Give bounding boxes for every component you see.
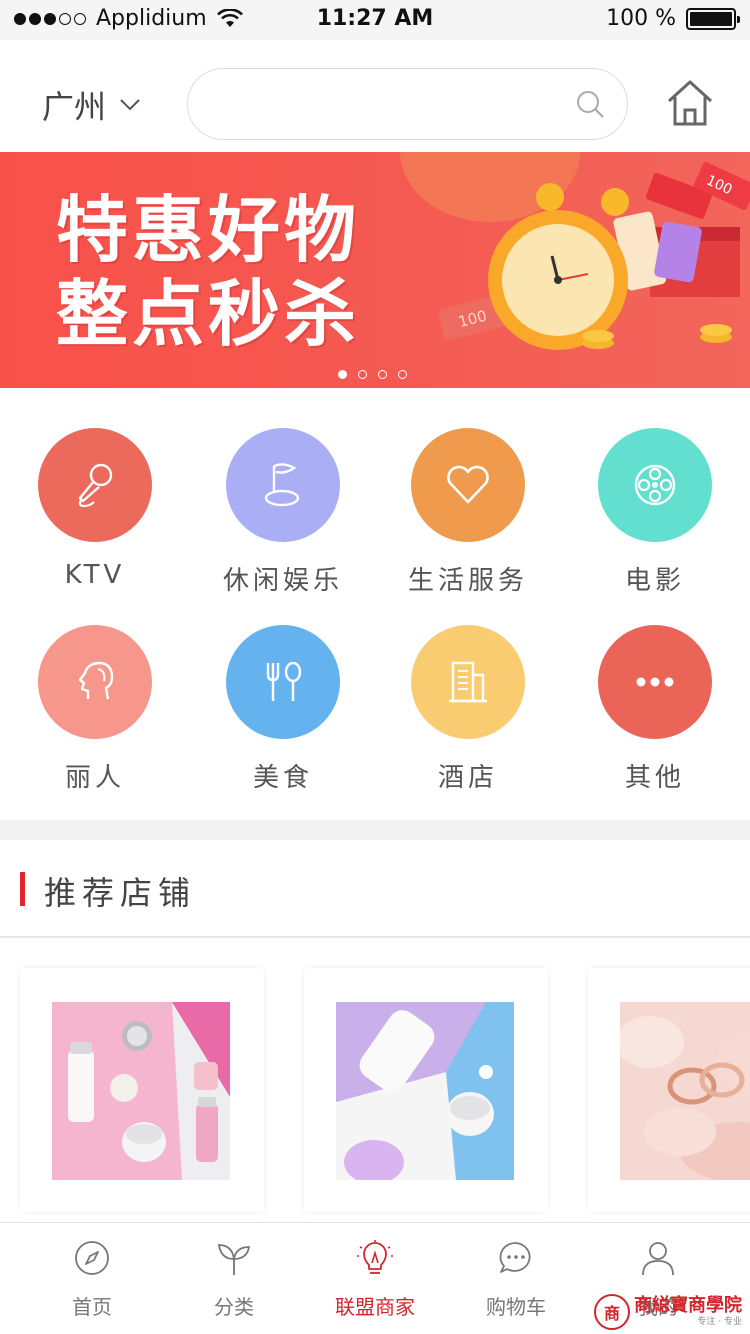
city-selector[interactable]: 广州 xyxy=(42,82,140,128)
category-other[interactable]: 其他 xyxy=(570,625,740,794)
fork-spoon-icon xyxy=(266,661,302,701)
category-label: 美食 xyxy=(252,763,313,793)
chevron-down-icon xyxy=(120,99,140,111)
category-ktv[interactable]: KTV xyxy=(10,428,180,590)
battery-percent: 100 % xyxy=(606,6,676,31)
category-beauty[interactable]: 丽人 xyxy=(10,625,180,794)
shop-card[interactable] xyxy=(20,968,264,1212)
status-bar: Applidium 11:27 AM 100 % xyxy=(0,0,750,40)
banner-title-line1: 特惠好物 xyxy=(56,188,361,272)
sprout-icon xyxy=(217,1244,251,1275)
category-label: KTV xyxy=(64,560,126,590)
alarm-clock-gift-illustration: 100 100 xyxy=(437,162,750,350)
search-input[interactable] xyxy=(214,69,584,137)
tab-home[interactable]: 首页 xyxy=(17,1239,167,1320)
status-right: 100 % xyxy=(606,6,740,31)
category-icon-bg xyxy=(226,428,340,542)
city-name: 广州 xyxy=(42,88,107,126)
category-icon-bg xyxy=(598,428,712,542)
category-label: 其他 xyxy=(624,763,685,793)
compass-icon xyxy=(75,1241,109,1275)
tab-label: 首页 xyxy=(72,1295,112,1319)
category-icon-bg xyxy=(38,625,152,739)
tab-label: 购物车 xyxy=(486,1295,546,1319)
banner-title-line2: 整点秒杀 xyxy=(56,272,361,356)
chat-bubble-icon xyxy=(499,1242,531,1273)
shop-image-cosmetics-pink xyxy=(52,1002,230,1180)
recommend-section-header: 推荐店铺 xyxy=(0,840,750,938)
category-icon-bg xyxy=(411,625,525,739)
section-accent-bar xyxy=(20,872,25,906)
watermark-emblem-icon: 商 xyxy=(594,1294,630,1330)
flag-icon xyxy=(264,463,300,507)
tab-label: 分类 xyxy=(214,1295,254,1319)
carousel-indicators xyxy=(338,370,407,379)
category-label: 休闲娱乐 xyxy=(222,566,343,596)
tab-label: 联盟商家 xyxy=(335,1295,415,1319)
category-life-service[interactable]: 生活服务 xyxy=(383,428,553,597)
user-icon xyxy=(642,1242,674,1276)
tab-cart[interactable]: 购物车 xyxy=(441,1239,591,1320)
category-hotel[interactable]: 酒店 xyxy=(383,625,553,794)
lightbulb-icon xyxy=(357,1240,393,1274)
woman-profile-icon xyxy=(78,661,114,700)
shop-card[interactable] xyxy=(588,968,750,1212)
category-label: 丽人 xyxy=(64,763,125,793)
recommended-shops-list xyxy=(0,940,750,1222)
category-icon-bg xyxy=(411,428,525,542)
category-leisure[interactable]: 休闲娱乐 xyxy=(198,428,368,597)
film-reel-icon xyxy=(634,464,676,506)
microphone-icon xyxy=(78,463,113,508)
category-label: 电影 xyxy=(624,566,685,596)
search-icon[interactable] xyxy=(575,89,605,119)
category-icon-bg xyxy=(226,625,340,739)
shop-image-wedding-rings xyxy=(620,1002,750,1180)
category-food[interactable]: 美食 xyxy=(198,625,368,794)
category-icon-bg xyxy=(598,625,712,739)
shop-image-cosmetics-blue xyxy=(336,1002,514,1180)
category-movie[interactable]: 电影 xyxy=(570,428,740,597)
section-title: 推荐店铺 xyxy=(44,874,197,912)
building-icon xyxy=(449,661,487,703)
category-label: 生活服务 xyxy=(407,566,528,596)
top-nav: 广州 xyxy=(0,40,750,152)
home-icon[interactable] xyxy=(665,78,715,128)
indicator-dot[interactable] xyxy=(398,370,407,379)
section-divider xyxy=(0,820,750,840)
heart-icon xyxy=(447,465,489,504)
tab-merchants[interactable]: 联盟商家 xyxy=(300,1239,450,1320)
promo-banner[interactable]: 特惠好物 整点秒杀 100 100 xyxy=(0,152,750,388)
category-label: 酒店 xyxy=(437,763,498,793)
category-icon-bg xyxy=(38,428,152,542)
more-dots-icon xyxy=(636,677,674,687)
category-grid: KTV 休闲娱乐 生活服务 电影 丽人 美食 酒店 其他 xyxy=(0,388,750,820)
tab-category[interactable]: 分类 xyxy=(159,1239,309,1320)
indicator-dot[interactable] xyxy=(378,370,387,379)
brand-watermark-logo: 商 商縂寶商學院 专注 · 专业 xyxy=(594,1290,750,1334)
shop-card[interactable] xyxy=(304,968,548,1212)
search-box xyxy=(187,68,628,140)
indicator-dot[interactable] xyxy=(338,370,347,379)
banner-title: 特惠好物 整点秒杀 xyxy=(56,188,360,356)
indicator-dot[interactable] xyxy=(358,370,367,379)
battery-icon xyxy=(686,7,740,30)
